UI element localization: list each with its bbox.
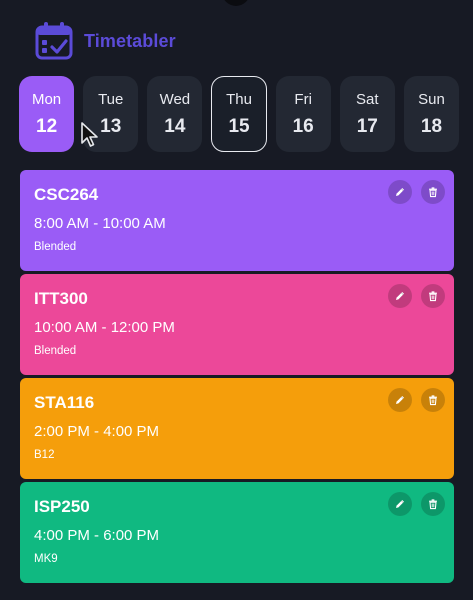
class-location: B12 — [34, 449, 55, 461]
card-actions — [388, 492, 445, 516]
class-time: 4:00 PM - 6:00 PM — [34, 527, 160, 544]
class-time: 2:00 PM - 4:00 PM — [34, 423, 160, 440]
day-name: Fri — [294, 90, 312, 108]
class-location: Blended — [34, 241, 77, 253]
pencil-icon — [394, 394, 406, 406]
day-tab-wed[interactable]: Wed 14 — [147, 76, 203, 152]
class-location: Blended — [34, 345, 77, 357]
trash-icon — [427, 394, 439, 406]
calendar-check-icon — [35, 22, 73, 60]
delete-button[interactable] — [421, 284, 445, 308]
card-actions — [388, 284, 445, 308]
class-time: 8:00 AM - 10:00 AM — [34, 215, 166, 232]
day-tab-mon[interactable]: Mon 12 — [19, 76, 75, 152]
pencil-icon — [394, 498, 406, 510]
day-name: Sun — [418, 90, 445, 108]
day-name: Sat — [356, 90, 379, 108]
day-number: 16 — [292, 115, 314, 137]
card-actions — [388, 180, 445, 204]
day-number: 18 — [420, 115, 443, 137]
trash-icon — [427, 290, 439, 302]
day-tab-tue[interactable]: Tue 13 — [83, 76, 139, 152]
day-number: 12 — [36, 115, 58, 137]
trash-icon — [427, 498, 439, 510]
edit-button[interactable] — [388, 388, 412, 412]
pencil-icon — [394, 186, 406, 198]
edit-button[interactable] — [388, 180, 412, 204]
day-number: 15 — [228, 115, 250, 137]
day-selector: Mon 12 Tue 13 Wed 14 Thu 15 Fri 16 Sat 17 Sun 18 — [19, 76, 460, 154]
day-number: 13 — [100, 115, 122, 137]
class-list: CSC264 8:00 AM - 10:00 AM Blended ITT300 10:… — [20, 170, 454, 583]
day-name: Tue — [98, 90, 124, 108]
class-card[interactable]: CSC264 8:00 AM - 10:00 AM Blended — [20, 170, 454, 271]
class-card[interactable]: STA116 2:00 PM - 4:00 PM B12 — [20, 378, 454, 479]
class-code: ISP250 — [34, 497, 90, 516]
class-code: CSC264 — [34, 185, 99, 204]
class-code: STA116 — [34, 393, 95, 412]
app-title: Timetabler — [84, 30, 176, 51]
edit-button[interactable] — [388, 492, 412, 516]
edit-button[interactable] — [388, 284, 412, 308]
class-card[interactable]: ISP250 4:00 PM - 6:00 PM MK9 — [20, 482, 454, 583]
delete-button[interactable] — [421, 492, 445, 516]
delete-button[interactable] — [421, 180, 445, 204]
trash-icon — [427, 186, 439, 198]
delete-button[interactable] — [421, 388, 445, 412]
class-location: MK9 — [34, 553, 58, 565]
pencil-icon — [394, 290, 406, 302]
app-header: Timetabler — [32, 18, 176, 64]
day-number: 14 — [164, 115, 186, 137]
class-time: 10:00 AM - 12:00 PM — [34, 319, 175, 336]
day-tab-sat[interactable]: Sat 17 — [339, 76, 395, 152]
day-tab-sun[interactable]: Sun 18 — [403, 76, 460, 152]
class-card[interactable]: ITT300 10:00 AM - 12:00 PM Blended — [20, 274, 454, 375]
app-window: Timetabler Mon 12 Tue 13 Wed 14 Thu 15 Fri 16 Sat 1… — [0, 0, 473, 600]
day-name: Mon — [31, 90, 62, 108]
day-tab-fri[interactable]: Fri 16 — [275, 76, 331, 152]
day-tab-thu[interactable]: Thu 15 — [211, 76, 267, 152]
camera-notch — [222, 0, 250, 6]
day-name: Thu — [226, 90, 252, 108]
day-number: 17 — [356, 115, 378, 137]
class-code: ITT300 — [34, 289, 88, 308]
card-actions — [388, 388, 445, 412]
day-name: Wed — [159, 90, 191, 108]
